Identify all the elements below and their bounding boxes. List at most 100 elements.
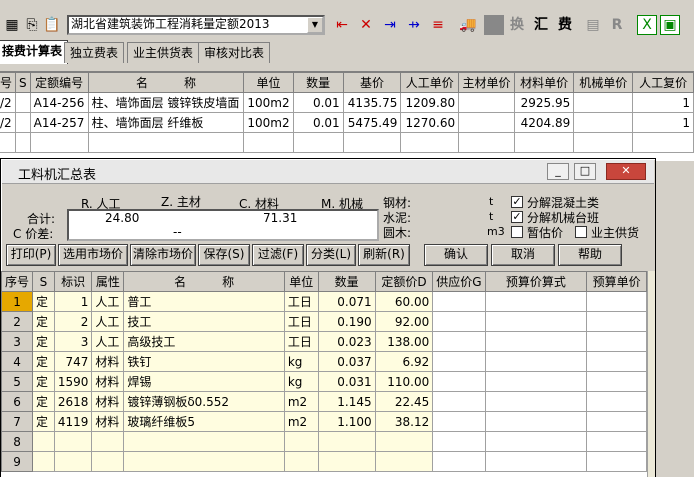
cell-main-mat[interactable] [458, 92, 515, 113]
col-header[interactable]: 预算价算式 [484, 271, 588, 292]
insert-row-icon[interactable]: ⇤ [332, 15, 352, 35]
cell-name[interactable]: 铁钉 [123, 351, 285, 372]
cell-budget-formula[interactable] [484, 411, 588, 432]
cell-labor-total[interactable]: 1 [632, 112, 694, 133]
cell-s[interactable]: 定 [32, 411, 55, 432]
cell-name[interactable]: 柱、墙饰面层 镀锌铁皮墙面 [87, 92, 245, 113]
cell-code[interactable]: A14-257 [29, 112, 89, 133]
table-row[interactable]: 1 定 1 人工 普工 工日 0.071 60.00 [1, 291, 647, 312]
col-header[interactable]: 数量 [317, 271, 376, 292]
cell-supply-price[interactable] [432, 371, 486, 392]
cell-budget-price[interactable] [586, 371, 647, 392]
cell-unit[interactable]: 100m2 [243, 92, 294, 113]
cell-unit[interactable] [283, 451, 319, 472]
cell-s[interactable]: 定 [32, 291, 55, 312]
cell-code[interactable]: A14-256 [29, 92, 89, 113]
cell-quota-price[interactable] [374, 451, 434, 472]
cell-attribute[interactable]: 人工 [91, 291, 125, 312]
table-row[interactable]: 7 定 4119 材料 玻璃纤维板5 m2 1.100 38.12 [1, 411, 647, 432]
cell-budget-price[interactable] [586, 311, 647, 332]
cell-unit[interactable]: m2 [283, 411, 319, 432]
col-header[interactable]: 号 [0, 72, 17, 93]
cell-attribute[interactable] [91, 451, 125, 472]
cell-name[interactable]: 技工 [123, 311, 285, 332]
cell-qty[interactable]: 1.145 [317, 391, 376, 412]
cell-unit[interactable] [283, 431, 319, 452]
cell-unit[interactable]: 工日 [283, 331, 319, 352]
cell-qty[interactable] [317, 451, 376, 472]
cell-base[interactable]: 4135.75 [342, 92, 402, 113]
tab-independent-fee[interactable]: 独立费表 [64, 42, 125, 63]
cell-unit[interactable]: kg [283, 351, 319, 372]
col-header[interactable]: 属性 [91, 271, 125, 292]
dialog-titlebar[interactable]: 工料机汇总表 _ □ ✕ [2, 160, 654, 184]
cell-row-number[interactable]: 4 [1, 351, 34, 372]
cell-row-number[interactable]: 7 [1, 411, 34, 432]
col-header[interactable]: 材料单价 [513, 72, 575, 93]
cell-name[interactable]: 焊锡 [123, 371, 285, 392]
estimate-price-checkbox[interactable] [511, 226, 523, 238]
cell-budget-price[interactable] [586, 331, 647, 352]
cell-s[interactable] [15, 92, 31, 113]
cell-mach[interactable] [573, 112, 634, 133]
cell-unit[interactable]: 工日 [283, 311, 319, 332]
cell-id[interactable]: 4119 [53, 411, 93, 432]
category-button[interactable]: 分类(L) [306, 244, 356, 266]
cell-budget-price[interactable] [586, 451, 647, 472]
cell-budget-formula[interactable] [484, 391, 588, 412]
filter-button[interactable]: 过滤(F) [252, 244, 304, 266]
cell-budget-formula[interactable] [484, 371, 588, 392]
table-row[interactable]: 3 定 3 人工 高级技工 工日 0.023 138.00 [1, 331, 647, 352]
print-icon[interactable]: ▤ [583, 15, 603, 35]
cell-labor[interactable]: 1209.80 [400, 92, 460, 113]
cell-s[interactable]: 定 [32, 371, 55, 392]
cell-row-number[interactable]: 8 [1, 431, 34, 452]
cell-attribute[interactable]: 材料 [91, 371, 125, 392]
table-row[interactable]: 6 定 2618 材料 镀锌薄钢板δ0.552 m2 1.145 22.45 [1, 391, 647, 412]
cell-mat[interactable]: 4204.89 [513, 112, 575, 133]
cell-attribute[interactable]: 材料 [91, 391, 125, 412]
vertical-scrollbar[interactable] [647, 271, 655, 477]
paste-icon[interactable]: 📋 [42, 15, 62, 35]
col-header[interactable]: 定额编号 [29, 72, 89, 93]
cell-budget-price[interactable] [586, 431, 647, 452]
col-header[interactable]: 预算单价 [586, 271, 647, 292]
cell-s[interactable]: 定 [32, 311, 55, 332]
col-header[interactable]: 基价 [342, 72, 402, 93]
decompose-concrete-checkbox[interactable]: ✓ [511, 196, 523, 208]
col-header[interactable]: 单位 [243, 72, 294, 93]
jump-icon[interactable]: ⇥ [380, 15, 400, 35]
col-header[interactable]: S [15, 72, 31, 93]
tab-direct-fee[interactable]: 接费计算表 [0, 40, 69, 64]
merge-icon[interactable]: ≡ [428, 15, 448, 35]
cell-qty[interactable]: 1.100 [317, 411, 376, 432]
cell-qty[interactable]: 0.031 [317, 371, 376, 392]
cell-supply-price[interactable] [432, 431, 486, 452]
cell-unit[interactable]: 100m2 [243, 112, 294, 133]
cell-quota-price[interactable] [374, 431, 434, 452]
cell-id[interactable]: 747 [53, 351, 93, 372]
cell-quota-price[interactable]: 92.00 [374, 311, 434, 332]
clear-market-price-button[interactable]: 清除市场价 [130, 244, 196, 266]
cell-budget-price[interactable] [586, 391, 647, 412]
cell-quota-price[interactable]: 60.00 [374, 291, 434, 312]
cell-row-number[interactable]: 9 [1, 451, 34, 472]
col-header[interactable]: S [32, 271, 55, 292]
cell-row-number[interactable]: 1 [1, 291, 34, 312]
cell-quota-price[interactable]: 38.12 [374, 411, 434, 432]
cell-qty[interactable]: 0.01 [292, 112, 344, 133]
save-icon[interactable]: ▦ [2, 15, 22, 35]
truck-icon[interactable]: 🚚 [458, 15, 478, 35]
cell-budget-price[interactable] [586, 351, 647, 372]
cell-id[interactable]: 2 [53, 311, 93, 332]
table-row[interactable]: 2 定 2 人工 技工 工日 0.190 92.00 [1, 311, 647, 332]
cell-budget-price[interactable] [586, 291, 647, 312]
cell-row-number[interactable]: 3 [1, 331, 34, 352]
cell-budget-formula[interactable] [484, 431, 588, 452]
cell-qty[interactable] [317, 431, 376, 452]
cell-labor[interactable]: 1270.60 [400, 112, 460, 133]
cell-qty[interactable]: 0.023 [317, 331, 376, 352]
cell-row-number[interactable]: 6 [1, 391, 34, 412]
col-header[interactable]: 单位 [283, 271, 319, 292]
cell-mach[interactable] [573, 92, 634, 113]
